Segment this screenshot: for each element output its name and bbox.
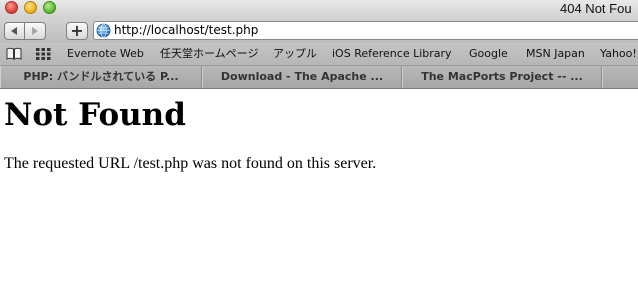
forward-button[interactable] <box>25 22 46 40</box>
plus-icon: + <box>70 21 84 40</box>
title-bar: 404 Not Fou <box>0 0 638 18</box>
page-title: Not Found <box>4 97 186 133</box>
tab-label: The MacPorts Project -- ... <box>421 70 583 83</box>
add-bookmark-button[interactable]: + <box>66 22 88 40</box>
address-text: http://localhost/test.php <box>114 23 259 37</box>
chevron-right-icon <box>32 27 38 35</box>
tab-bar: PHP: バンドルされている P... Download - The Apach… <box>0 65 638 89</box>
toolbar: + http://localhost/test.php <box>0 18 638 43</box>
chevron-left-icon <box>11 27 17 35</box>
minimize-window-button[interactable] <box>24 1 37 14</box>
bookmark-evernote-web[interactable]: Evernote Web <box>67 43 144 65</box>
tab-label: PHP: バンドルされている P... <box>23 70 179 83</box>
window-title: 404 Not Fou <box>560 1 632 16</box>
bookmark-nintendo[interactable]: 任天堂ホームページ <box>160 43 258 65</box>
tab-current[interactable] <box>602 66 638 88</box>
grid-icon[interactable] <box>36 48 51 60</box>
tab-apache-download[interactable]: Download - The Apache ... <box>202 66 402 88</box>
back-button[interactable] <box>4 22 25 40</box>
bookmark-yahoo[interactable]: Yahoo! <box>600 43 637 65</box>
bookmark-apple[interactable]: アップル <box>273 43 317 65</box>
bookmarks-bar: Evernote Web 任天堂ホームページ アップル iOS Referenc… <box>0 43 638 65</box>
tab-php-bundle[interactable]: PHP: バンドルされている P... <box>0 66 202 88</box>
error-message: The requested URL /test.php was not foun… <box>4 155 377 172</box>
tab-label: Download - The Apache ... <box>220 70 384 83</box>
bookmark-ios-reference-library[interactable]: iOS Reference Library <box>332 43 452 65</box>
open-book-icon[interactable] <box>6 47 22 60</box>
browser-window: 404 Not Fou + http://localhost/test.php … <box>0 0 638 291</box>
close-window-button[interactable] <box>5 1 18 14</box>
tab-label <box>603 66 638 88</box>
zoom-window-button[interactable] <box>43 1 56 14</box>
bookmark-msn-japan[interactable]: MSN Japan <box>526 43 585 65</box>
address-bar[interactable]: http://localhost/test.php <box>93 21 638 40</box>
globe-icon <box>96 23 111 38</box>
bookmark-google[interactable]: Google <box>469 43 508 65</box>
page-content: Not Found The requested URL /test.php wa… <box>0 89 638 291</box>
tab-macports[interactable]: The MacPorts Project -- ... <box>402 66 602 88</box>
